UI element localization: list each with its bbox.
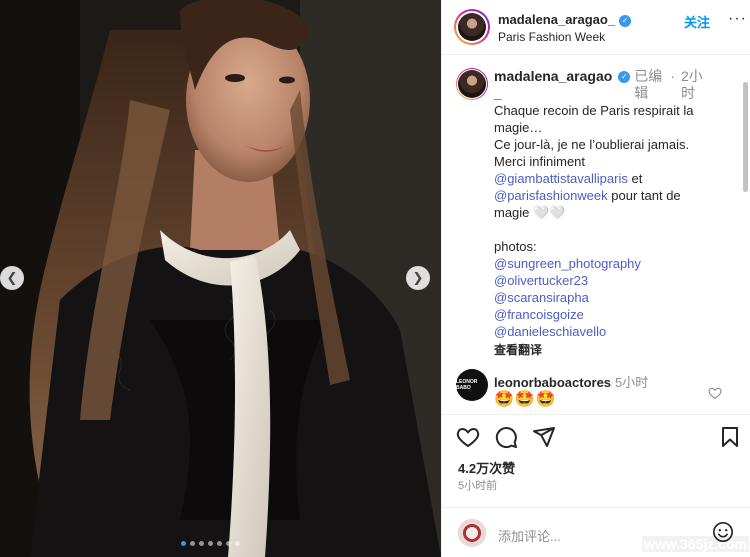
carousel-dot: [208, 541, 213, 546]
caption-author-avatar[interactable]: [456, 68, 488, 100]
comments-scroll-area[interactable]: madalena_aragao _ ✓ 已编 辑 · 2小 时 Chaque r…: [442, 56, 750, 410]
edited-label: 已编 辑: [634, 68, 664, 102]
heart-icon: [708, 387, 722, 399]
heart-icon: [456, 427, 480, 448]
caption-meta: 已编 辑 · 2小 时: [634, 68, 702, 102]
carousel-dot: [226, 541, 231, 546]
share-button[interactable]: [532, 425, 556, 454]
caption-username[interactable]: madalena_aragao _: [494, 68, 612, 102]
send-icon: [533, 427, 555, 447]
caption-line: @parisfashionweek pour tant de: [494, 187, 730, 204]
verified-badge-icon: ✓: [619, 15, 632, 27]
meta-separator: ·: [670, 68, 675, 84]
add-comment-bar: 添加评论... www.365jz.com: [442, 507, 750, 557]
like-button[interactable]: [456, 425, 480, 454]
caption-line: @giambattistavalliparis et: [494, 170, 730, 187]
verified-badge-icon: ✓: [618, 71, 631, 83]
post-photo[interactable]: ❮ ❯: [0, 0, 441, 557]
caption-line: magie 🤍🤍: [494, 205, 566, 220]
comment-time[interactable]: 5小时: [615, 375, 648, 390]
caption-time-line1[interactable]: 2小: [681, 68, 703, 85]
bookmark-icon: [722, 427, 738, 447]
smiley-icon: [713, 522, 733, 542]
caption-time-line2[interactable]: 时: [681, 85, 703, 102]
carousel-dot: [235, 541, 240, 546]
carousel-dot: [199, 541, 204, 546]
caption-line: magie…: [494, 120, 543, 135]
photo-credit-link[interactable]: @sungreen_photography: [494, 255, 730, 272]
mention-link[interactable]: @parisfashionweek: [494, 188, 608, 203]
carousel-prev-button[interactable]: ❮: [0, 266, 24, 290]
carousel-dot: [181, 541, 186, 546]
comment-text: 🤩🤩🤩: [494, 391, 557, 408]
photo-credit-link[interactable]: @scaransiraphа: [494, 289, 730, 306]
comment-input[interactable]: 添加评论...: [498, 526, 561, 545]
carousel-dot: [190, 541, 195, 546]
photo-credit-link[interactable]: @danieleschiavello: [494, 323, 730, 340]
chevron-left-icon: ❮: [6, 270, 18, 286]
caption-line: Ce jour-là, je ne l’oublierai jamais.: [494, 137, 690, 152]
carousel-dots: [181, 541, 240, 546]
emoji-button[interactable]: [712, 521, 734, 548]
caption: madalena_aragao _ ✓ 已编 辑 · 2小 时 Chaque r…: [494, 68, 730, 359]
save-button[interactable]: [718, 425, 742, 454]
caption-header: madalena_aragao _ ✓ 已编 辑 · 2小 时: [494, 68, 730, 102]
caption-text: pour tant de: [607, 188, 681, 203]
carousel-next-button[interactable]: ❯: [406, 266, 430, 290]
chevron-right-icon: ❯: [412, 270, 424, 286]
edited-label-line1: 已编: [634, 68, 663, 84]
caption-time[interactable]: 2小 时: [681, 68, 703, 102]
mention-link[interactable]: @giambattistavalliparis: [494, 171, 628, 186]
author-username-text[interactable]: madalena_aragao_: [498, 12, 615, 27]
caption-username-line2[interactable]: _: [494, 85, 612, 102]
carousel-dot: [217, 541, 222, 546]
post-timestamp[interactable]: 5小时前: [458, 477, 497, 493]
comment-icon: [495, 427, 517, 448]
caption-text: et: [627, 171, 643, 186]
photo-credit-link[interactable]: @olivertucker23: [494, 272, 730, 289]
scrollbar-thumb[interactable]: [743, 82, 748, 192]
see-translation-button[interactable]: 查看翻译: [494, 342, 730, 359]
like-count[interactable]: 4.2万次赞: [458, 458, 515, 477]
commenter-avatar[interactable]: LEONOR BABO: [456, 369, 488, 401]
caption-line: Merci infiniment: [494, 154, 586, 169]
photos-label: photos:: [494, 239, 537, 254]
current-user-avatar: [458, 519, 486, 547]
edited-label-line2: 辑: [634, 85, 649, 101]
author-username[interactable]: madalena_aragao_ ✓: [498, 12, 632, 27]
follow-button[interactable]: 关注: [684, 12, 710, 31]
action-bar: [442, 414, 750, 456]
caption-line: Chaque recoin de Paris respirait la: [494, 103, 694, 118]
author-avatar[interactable]: [454, 9, 490, 45]
photo-credit-link[interactable]: @francoisgoize: [494, 306, 730, 323]
caption-username-line1[interactable]: madalena_aragao: [494, 68, 612, 85]
post-location[interactable]: Paris Fashion Week: [498, 30, 605, 44]
scrollbar[interactable]: [742, 62, 749, 402]
post-header: madalena_aragao_ ✓ Paris Fashion Week 关注 …: [442, 0, 750, 55]
commenter-username[interactable]: leonorbaboactores: [494, 375, 611, 390]
more-options-button[interactable]: ···: [728, 10, 747, 28]
comment-button[interactable]: [494, 425, 518, 454]
post-detail-panel: madalena_aragao_ ✓ Paris Fashion Week 关注 …: [441, 0, 750, 557]
comment-like-button[interactable]: [708, 386, 722, 405]
photo-illustration: [0, 0, 441, 557]
